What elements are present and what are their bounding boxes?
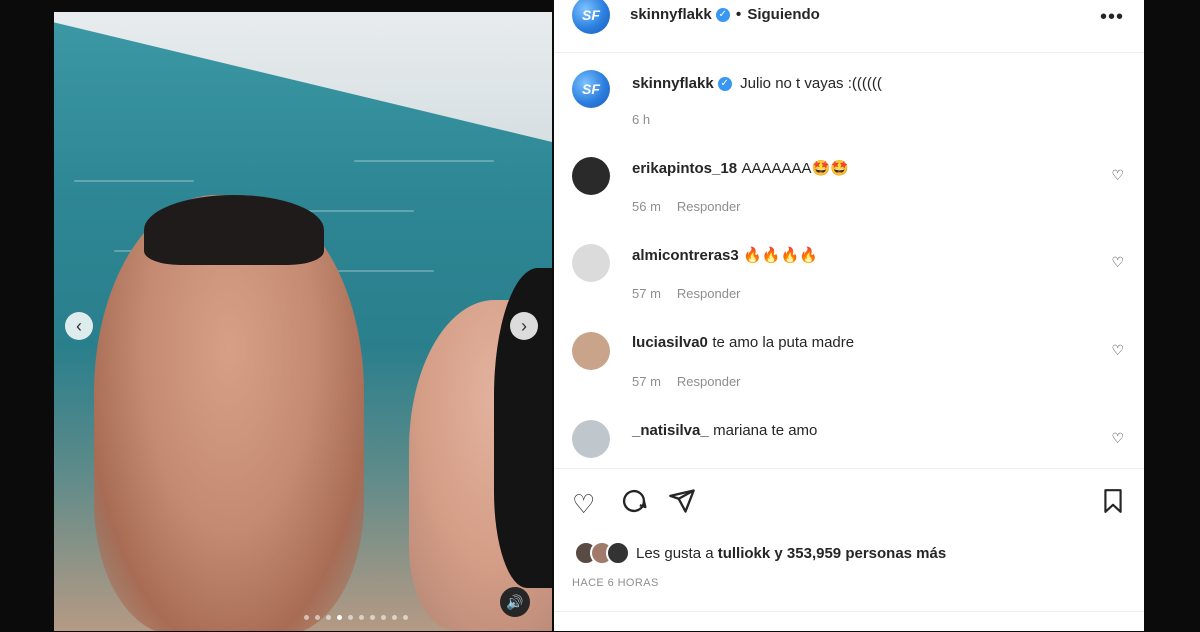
comment-item: almicontreras3 🔥🔥🔥🔥 57 m Responder ♡ bbox=[572, 244, 1132, 304]
chevron-right-icon[interactable]: › bbox=[510, 312, 538, 340]
carousel-dot bbox=[381, 615, 386, 620]
comment-username[interactable]: luciasilva0 bbox=[632, 334, 708, 351]
post-actions: ♡ Les gusta a tulliokk y 353,959 persona… bbox=[554, 468, 1144, 629]
speaker-icon[interactable]: 🔊 bbox=[500, 587, 530, 617]
comment-text: 🔥🔥🔥🔥 bbox=[743, 247, 818, 264]
caption-time: 6 h bbox=[632, 112, 651, 127]
comment-text: mariana te amo bbox=[713, 422, 818, 439]
caption-username[interactable]: skinnyflakk bbox=[632, 75, 714, 92]
comment-item: luciasilva0 te amo la puta madre 57 m Res… bbox=[572, 332, 1132, 392]
author-avatar[interactable]: SF bbox=[572, 0, 610, 34]
comment-body: _natisilva_ mariana te amo bbox=[632, 422, 817, 440]
carousel-dot bbox=[370, 615, 375, 620]
wave bbox=[334, 270, 434, 272]
comment-item: erikapintos_18 AAAAAAA🤩🤩 56 m Responder ♡ bbox=[572, 157, 1132, 217]
post-media: ‹ › 🔊 bbox=[54, 0, 552, 631]
caption-avatar[interactable]: SF bbox=[572, 70, 610, 108]
comment-time: 57 m bbox=[632, 286, 661, 301]
carousel-dot bbox=[304, 615, 309, 620]
likes-summary: Les gusta a tulliokk y 353,959 personas … bbox=[574, 541, 946, 565]
comment-body: luciasilva0 te amo la puta madre bbox=[632, 334, 854, 352]
comment-body: erikapintos_18 AAAAAAA🤩🤩 bbox=[632, 159, 849, 178]
post-timestamp: HACE 6 HORAS bbox=[572, 577, 659, 589]
carousel-dot bbox=[359, 615, 364, 620]
comment-meta: 57 m Responder bbox=[632, 286, 741, 301]
likes-prefix: Les gusta a bbox=[636, 544, 714, 562]
separator-dot: • bbox=[735, 6, 742, 23]
wave bbox=[74, 180, 194, 182]
comment-username[interactable]: erikapintos_18 bbox=[632, 160, 737, 177]
author-username[interactable]: skinnyflakk bbox=[630, 6, 712, 23]
media-top-edge bbox=[54, 0, 552, 12]
comment-time: 56 m bbox=[632, 199, 661, 214]
left-letterbox bbox=[0, 0, 54, 631]
likes-count[interactable]: y 353,959 personas más bbox=[774, 545, 946, 562]
heart-icon[interactable]: ♡ bbox=[1111, 254, 1124, 271]
liker-avatar bbox=[606, 541, 630, 565]
carousel-dot bbox=[403, 615, 408, 620]
heart-icon[interactable]: ♡ bbox=[1111, 430, 1124, 447]
likes-user[interactable]: tulliokk bbox=[718, 545, 771, 562]
caption-body: skinnyflakk ✓ Julio no t vayas :(((((( bbox=[632, 75, 882, 93]
comment-time: 57 m bbox=[632, 374, 661, 389]
share-icon[interactable] bbox=[668, 487, 696, 522]
commenter-avatar[interactable] bbox=[572, 420, 610, 458]
comment-body: almicontreras3 🔥🔥🔥🔥 bbox=[632, 246, 818, 265]
comment-meta: 57 m Responder bbox=[632, 374, 741, 389]
carousel-dot bbox=[392, 615, 397, 620]
reply-button[interactable]: Responder bbox=[677, 374, 741, 389]
header-author: skinnyflakk ✓ • Siguiendo bbox=[630, 6, 820, 24]
bookmark-icon[interactable] bbox=[1100, 487, 1126, 522]
carousel-dot-active bbox=[337, 615, 342, 620]
heart-icon[interactable]: ♡ bbox=[1111, 342, 1124, 359]
post-header: SF skinnyflakk ✓ • Siguiendo ••• bbox=[554, 0, 1144, 53]
comment-username[interactable]: _natisilva_ bbox=[632, 422, 709, 439]
heart-icon[interactable]: ♡ bbox=[572, 489, 595, 520]
comment-username[interactable]: almicontreras3 bbox=[632, 247, 739, 264]
verified-badge-icon: ✓ bbox=[717, 76, 732, 91]
carousel-dot bbox=[326, 615, 331, 620]
commenter-avatar[interactable] bbox=[572, 332, 610, 370]
likes-text: Les gusta a tulliokk y 353,959 personas … bbox=[636, 545, 946, 562]
post-details-panel: SF skinnyflakk ✓ • Siguiendo ••• SF skinnyf… bbox=[554, 0, 1144, 631]
commenter-avatar[interactable] bbox=[572, 157, 610, 195]
person-man-hair bbox=[144, 195, 324, 265]
comment-text: te amo la puta madre bbox=[712, 334, 855, 351]
caption-text: Julio no t vayas :(((((( bbox=[740, 75, 882, 92]
reply-button[interactable]: Responder bbox=[677, 199, 741, 214]
carousel-dots bbox=[304, 615, 408, 620]
carousel-dot bbox=[315, 615, 320, 620]
carousel-dot bbox=[348, 615, 353, 620]
add-comment-bar[interactable] bbox=[554, 611, 1144, 632]
right-letterbox bbox=[1144, 0, 1200, 631]
commenter-avatar[interactable] bbox=[572, 244, 610, 282]
wave bbox=[354, 160, 494, 162]
heart-icon[interactable]: ♡ bbox=[1111, 167, 1124, 184]
following-button[interactable]: Siguiendo bbox=[747, 6, 820, 23]
more-options-icon[interactable]: ••• bbox=[1100, 6, 1124, 29]
sky bbox=[54, 12, 552, 142]
reply-button[interactable]: Responder bbox=[677, 286, 741, 301]
comment-icon[interactable] bbox=[620, 487, 648, 522]
comment-meta: 56 m Responder bbox=[632, 199, 741, 214]
comment-text: AAAAAAA🤩🤩 bbox=[741, 160, 849, 177]
chevron-left-icon[interactable]: ‹ bbox=[65, 312, 93, 340]
verified-badge-icon: ✓ bbox=[715, 7, 730, 22]
